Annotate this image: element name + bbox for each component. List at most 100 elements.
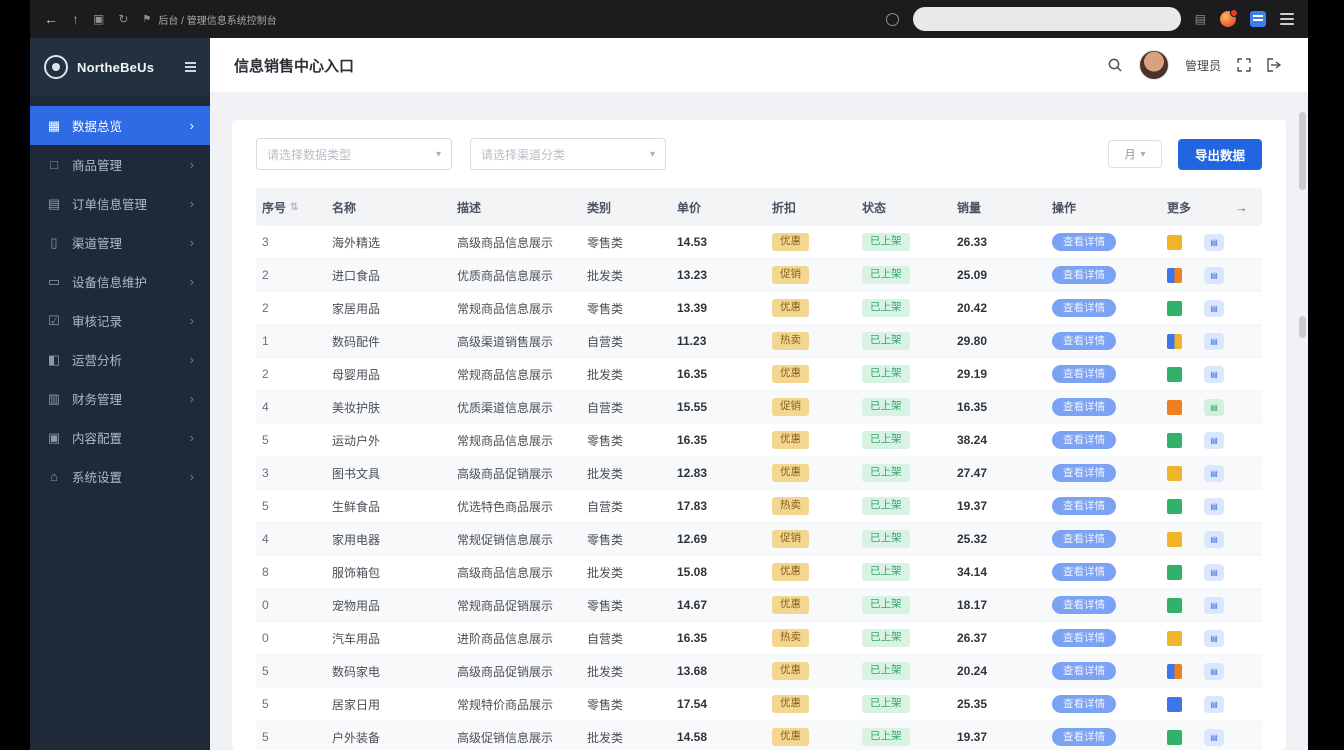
edit-button[interactable]: ▤ — [1204, 365, 1224, 383]
sort-icon[interactable]: ⇅ — [290, 202, 298, 213]
search-bar[interactable] — [912, 7, 1181, 31]
status-badge: 已上架 — [862, 695, 910, 713]
period-select[interactable]: 月 ▾ — [1108, 140, 1162, 168]
sidebar-item-6[interactable]: ◧ 运营分析 › — [30, 340, 210, 379]
channel-select[interactable]: 请选择渠道分类 ▾ — [470, 138, 666, 170]
sidebar-item-3[interactable]: ▯ 渠道管理 › — [30, 223, 210, 262]
audit-icon: ☑ — [48, 312, 60, 328]
item-price: 15.08 — [677, 565, 708, 579]
page-title: 信息销售中心入口 — [234, 57, 355, 75]
profile-extension-icon[interactable] — [1220, 9, 1238, 27]
edit-button[interactable]: ▤ — [1204, 332, 1224, 350]
detail-button[interactable]: 查看详情 — [1052, 331, 1116, 351]
save-page-icon[interactable]: ▣ — [93, 13, 104, 25]
item-sales: 38.24 — [957, 433, 988, 447]
logout-icon[interactable] — [1267, 58, 1282, 72]
chevron-right-icon: › — [189, 274, 194, 289]
browser-menu-icon[interactable] — [1280, 13, 1294, 25]
edit-button[interactable]: ▤ — [1204, 299, 1224, 317]
detail-button[interactable]: 查看详情 — [1052, 397, 1116, 417]
scrollbar-thumb[interactable] — [1299, 316, 1306, 338]
back-icon[interactable]: ← — [44, 12, 58, 26]
fullscreen-icon[interactable] — [1237, 58, 1251, 72]
reader-mode-icon[interactable]: ▤ — [1195, 13, 1206, 25]
user-name: 管理员 — [1184, 58, 1221, 73]
row-index: 4 — [262, 532, 269, 546]
edit-button[interactable]: ▤ — [1204, 464, 1224, 482]
detail-button[interactable]: 查看详情 — [1052, 628, 1116, 648]
type-select[interactable]: 请选择数据类型 ▾ — [256, 138, 452, 170]
row-index: 2 — [262, 367, 269, 381]
discount-badge: 优惠 — [772, 695, 809, 713]
scrollbar-thumb[interactable] — [1299, 112, 1306, 190]
detail-button[interactable]: 查看详情 — [1052, 298, 1116, 318]
column-header-status: 状态 — [862, 200, 887, 215]
screen: ← ↑ ▣ ↻ ⚑ 后台 / 管理信息系统控制台 ▤ NortheBeUs ▦ … — [0, 0, 1344, 750]
color-indicator — [1167, 564, 1182, 580]
detail-button[interactable]: 查看详情 — [1052, 232, 1116, 252]
extension-ring-icon[interactable] — [885, 12, 899, 26]
color-indicator — [1167, 498, 1182, 514]
detail-button[interactable]: 查看详情 — [1052, 364, 1116, 384]
item-price: 13.39 — [677, 301, 708, 315]
sidebar-item-2[interactable]: ▤ 订单信息管理 › — [30, 184, 210, 223]
topbar: 信息销售中心入口 管理员 — [210, 38, 1308, 92]
edit-button[interactable]: ▤ — [1204, 662, 1224, 680]
detail-button[interactable]: 查看详情 — [1052, 661, 1116, 681]
edit-button[interactable]: ▤ — [1204, 728, 1224, 746]
sidebar-item-0[interactable]: ▦ 数据总览 › — [30, 106, 210, 145]
item-name: 服饰箱包 — [332, 565, 381, 580]
color-indicator — [1167, 300, 1182, 316]
sidebar-item-5[interactable]: ☑ 审核记录 › — [30, 301, 210, 340]
column-settings-arrow[interactable]: → — [1235, 200, 1248, 215]
item-name: 居家日用 — [332, 697, 381, 712]
detail-button[interactable]: 查看详情 — [1052, 430, 1116, 450]
detail-button[interactable]: 查看详情 — [1052, 595, 1116, 615]
discount-badge: 优惠 — [772, 596, 809, 614]
edit-button[interactable]: ▤ — [1204, 530, 1224, 548]
bookmark-icon[interactable]: ⚑ — [142, 14, 151, 25]
sidebar-collapse-icon[interactable] — [185, 61, 196, 73]
item-category: 自营类 — [587, 499, 624, 514]
edit-button[interactable]: ▤ — [1204, 398, 1224, 416]
edit-button[interactable]: ▤ — [1204, 596, 1224, 614]
column-header-index[interactable]: 序号 ⇅ — [256, 199, 326, 216]
sidebar-item-8[interactable]: ▣ 内容配置 › — [30, 418, 210, 457]
item-sales: 34.14 — [957, 565, 988, 579]
data-card: 请选择数据类型 ▾ 请选择渠道分类 ▾ 月 ▾ 导出数据 序号 ⇅ 名称 描述 … — [232, 120, 1286, 750]
export-button[interactable]: 导出数据 — [1178, 138, 1262, 170]
detail-button[interactable]: 查看详情 — [1052, 496, 1116, 516]
sidebar-item-9[interactable]: ⌂ 系统设置 › — [30, 457, 210, 496]
discount-badge: 促销 — [772, 530, 809, 548]
edit-button[interactable]: ▤ — [1204, 695, 1224, 713]
discount-badge: 热卖 — [772, 497, 809, 515]
translate-extension-icon[interactable] — [1250, 11, 1266, 27]
status-badge: 已上架 — [862, 497, 910, 515]
edit-button[interactable]: ▤ — [1204, 563, 1224, 581]
sidebar-item-7[interactable]: ▥ 财务管理 › — [30, 379, 210, 418]
sidebar-item-1[interactable]: □ 商品管理 › — [30, 145, 210, 184]
chevron-right-icon: › — [189, 118, 194, 133]
forward-icon[interactable]: ↑ — [72, 12, 79, 26]
channel-icon: ▯ — [50, 234, 58, 250]
detail-button[interactable]: 查看详情 — [1052, 463, 1116, 483]
sidebar-item-4[interactable]: ▭ 设备信息维护 › — [30, 262, 210, 301]
search-icon[interactable] — [1107, 57, 1123, 73]
detail-button[interactable]: 查看详情 — [1052, 529, 1116, 549]
item-category: 零售类 — [587, 301, 624, 316]
edit-button[interactable]: ▤ — [1204, 629, 1224, 647]
reload-icon[interactable]: ↻ — [118, 13, 128, 25]
detail-button[interactable]: 查看详情 — [1052, 727, 1116, 747]
item-sales: 26.37 — [957, 631, 988, 645]
detail-button[interactable]: 查看详情 — [1052, 265, 1116, 285]
detail-button[interactable]: 查看详情 — [1052, 562, 1116, 582]
item-description: 优质商品信息展示 — [457, 268, 554, 283]
edit-button[interactable]: ▤ — [1204, 431, 1224, 449]
edit-button[interactable]: ▤ — [1204, 266, 1224, 284]
detail-button[interactable]: 查看详情 — [1052, 694, 1116, 714]
item-sales: 29.80 — [957, 334, 988, 348]
edit-button[interactable]: ▤ — [1204, 233, 1224, 251]
user-avatar[interactable] — [1138, 50, 1169, 80]
app-shell: NortheBeUs ▦ 数据总览 › □ 商品管理 › ▤ 订单信息管理 › … — [30, 38, 1308, 750]
edit-button[interactable]: ▤ — [1204, 497, 1224, 515]
